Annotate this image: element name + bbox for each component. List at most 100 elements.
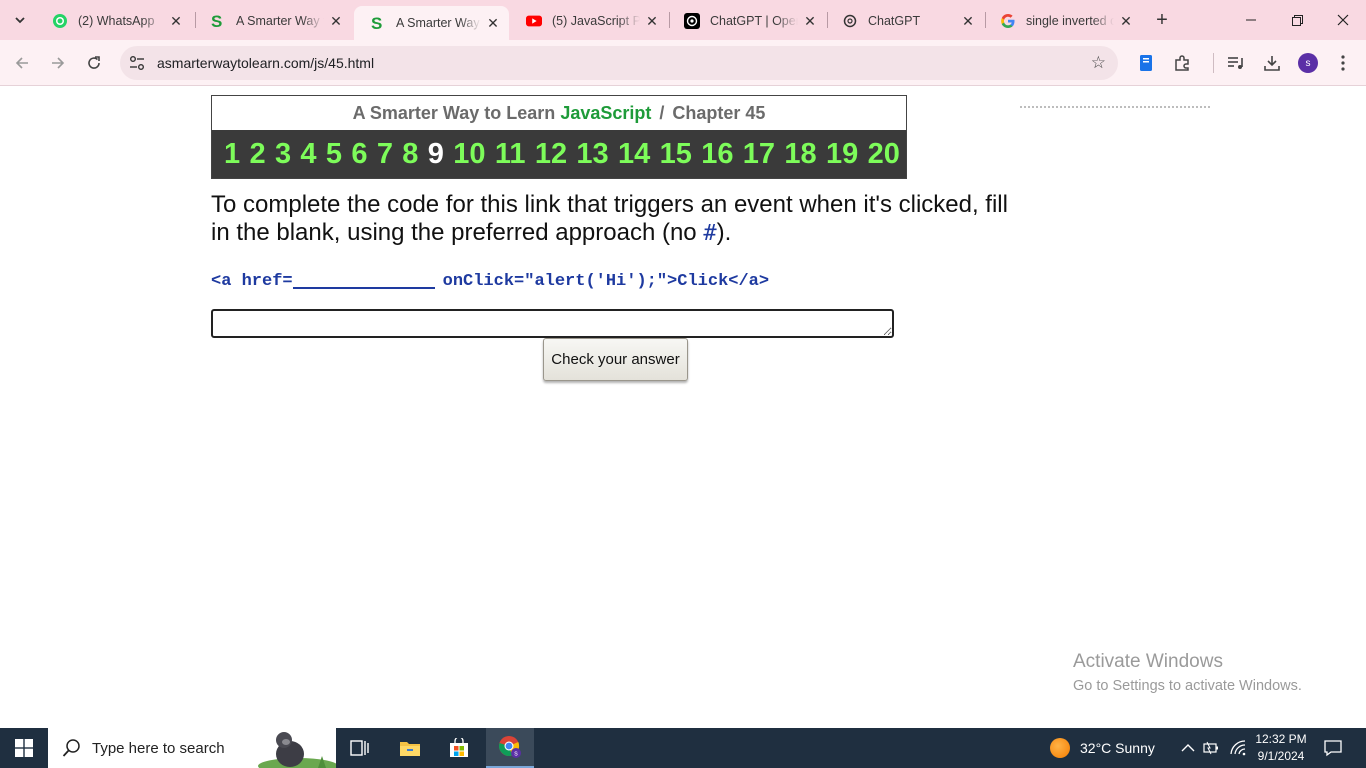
exercise-link-12[interactable]: 12 bbox=[535, 138, 567, 171]
task-view-button[interactable] bbox=[336, 728, 384, 768]
code-snippet: <a href= onClick="alert('Hi');">Click</a> bbox=[211, 271, 769, 291]
downloads-icon[interactable] bbox=[1261, 52, 1283, 74]
exercise-link-15[interactable]: 15 bbox=[660, 138, 692, 171]
menu-kebab-icon[interactable] bbox=[1332, 52, 1354, 74]
close-icon[interactable]: ✕ bbox=[802, 13, 818, 29]
weather-widget[interactable]: 32°C Sunny bbox=[1050, 728, 1155, 768]
tab-chatgpt[interactable]: ChatGPT ✕ bbox=[826, 6, 984, 36]
close-icon[interactable]: ✕ bbox=[485, 15, 501, 31]
back-button[interactable] bbox=[8, 49, 36, 77]
weather-text: 32°C Sunny bbox=[1080, 740, 1155, 756]
plus-icon: + bbox=[1156, 8, 1168, 31]
tab-whatsapp[interactable]: (2) WhatsApp ✕ bbox=[36, 6, 192, 36]
sun-weather-icon bbox=[1050, 738, 1070, 758]
close-window-button[interactable] bbox=[1320, 0, 1366, 40]
toolbar-divider bbox=[1213, 53, 1214, 73]
close-icon bbox=[1337, 14, 1349, 26]
exercise-link-16[interactable]: 16 bbox=[701, 138, 733, 171]
taskbar-clock[interactable]: 12:32 PM 9/1/2024 bbox=[1240, 731, 1322, 765]
exercise-link-1[interactable]: 1 bbox=[224, 138, 240, 171]
tab-title: ChatGPT bbox=[868, 14, 921, 28]
reading-mode-icon[interactable] bbox=[1135, 52, 1157, 74]
tab-search-button[interactable] bbox=[8, 8, 32, 32]
exercise-link-4[interactable]: 4 bbox=[300, 138, 316, 171]
media-controls-icon[interactable] bbox=[1225, 52, 1247, 74]
windows-logo-icon bbox=[15, 739, 33, 757]
chrome-taskbar-button[interactable]: s bbox=[486, 728, 534, 768]
exercise-link-19[interactable]: 19 bbox=[826, 138, 858, 171]
close-icon[interactable]: ✕ bbox=[328, 13, 344, 29]
chrome-icon: s bbox=[499, 736, 521, 758]
battery-icon[interactable] bbox=[1203, 728, 1221, 768]
forward-button[interactable] bbox=[44, 49, 72, 77]
question-text: To complete the code for this link that … bbox=[211, 191, 1031, 248]
smarter-way-icon: S bbox=[370, 15, 386, 31]
close-icon[interactable]: ✕ bbox=[168, 13, 184, 29]
exercise-link-17[interactable]: 17 bbox=[743, 138, 775, 171]
close-icon[interactable]: ✕ bbox=[644, 13, 660, 29]
exercise-link-18[interactable]: 18 bbox=[784, 138, 816, 171]
url-text[interactable]: asmarterwaytolearn.com/js/45.html bbox=[157, 55, 374, 71]
watermark-subtitle: Go to Settings to activate Windows. bbox=[1073, 678, 1302, 694]
exercise-link-2[interactable]: 2 bbox=[249, 138, 265, 171]
exercise-link-9[interactable]: 9 bbox=[428, 138, 444, 171]
exercise-link-14[interactable]: 14 bbox=[618, 138, 650, 171]
notifications-button[interactable] bbox=[1324, 728, 1342, 768]
windows-taskbar: Type here to search s 32°C Sunny 12:32 P… bbox=[0, 728, 1366, 768]
brand-javascript: JavaScript bbox=[560, 102, 652, 123]
svg-text:S: S bbox=[371, 15, 382, 31]
chevron-up-icon bbox=[1181, 744, 1195, 752]
exercise-link-20[interactable]: 20 bbox=[868, 138, 900, 171]
restore-button[interactable] bbox=[1274, 0, 1320, 40]
show-hidden-icons-button[interactable] bbox=[1181, 728, 1195, 768]
tab-title: ChatGPT | OpenAI bbox=[710, 14, 798, 28]
exercise-link-13[interactable]: 13 bbox=[576, 138, 608, 171]
title-separator: / bbox=[659, 102, 665, 123]
clock-date: 9/1/2024 bbox=[1257, 749, 1305, 763]
tab-smarter-way-active[interactable]: S A Smarter Way to Learn ✕ bbox=[354, 6, 509, 40]
exercise-link-7[interactable]: 7 bbox=[377, 138, 393, 171]
minimize-button[interactable] bbox=[1228, 0, 1274, 40]
exercise-link-5[interactable]: 5 bbox=[326, 138, 342, 171]
watermark-title: Activate Windows bbox=[1073, 651, 1223, 672]
tab-chatgpt-openai[interactable]: ChatGPT | OpenAI ✕ bbox=[668, 6, 826, 36]
question-body: To complete the code for this link that … bbox=[211, 191, 1008, 246]
tab-title: A Smarter Way to Learn bbox=[396, 16, 481, 30]
whatsapp-icon bbox=[52, 13, 68, 29]
close-icon[interactable]: ✕ bbox=[1118, 13, 1134, 29]
smarter-way-icon: S bbox=[210, 13, 226, 29]
exercise-link-10[interactable]: 10 bbox=[453, 138, 485, 171]
extensions-icon[interactable] bbox=[1171, 52, 1193, 74]
profile-avatar[interactable]: s bbox=[1298, 53, 1318, 73]
tab-google-search[interactable]: single inverted comma ✕ bbox=[984, 6, 1142, 36]
check-answer-button[interactable]: Check your answer bbox=[543, 338, 688, 381]
youtube-icon bbox=[526, 13, 542, 29]
search-icon bbox=[62, 739, 80, 757]
tab-title: single inverted comma bbox=[1026, 14, 1114, 28]
exercise-link-8[interactable]: 8 bbox=[402, 138, 418, 171]
address-bar[interactable]: asmarterwaytolearn.com/js/45.html ☆ bbox=[120, 46, 1118, 80]
question-end: ). bbox=[716, 219, 732, 246]
taskbar-search[interactable]: Type here to search bbox=[48, 728, 336, 768]
minimize-icon bbox=[1246, 19, 1256, 21]
store-icon bbox=[450, 738, 468, 757]
tab-youtube[interactable]: (5) JavaScript Practice ✕ bbox=[510, 6, 668, 36]
tab-smarter-way-1[interactable]: S A Smarter Way to Learn ✕ bbox=[194, 6, 352, 36]
bookmark-star-icon[interactable]: ☆ bbox=[1091, 53, 1106, 73]
new-tab-button[interactable]: + bbox=[1150, 8, 1174, 32]
task-view-icon bbox=[350, 740, 369, 756]
exercise-number-bar: 1 2 3 4 5 6 7 8 9 10 11 12 13 14 15 16 17 18 19 20 bbox=[212, 130, 906, 178]
tab-title: (2) WhatsApp bbox=[78, 14, 155, 28]
close-icon[interactable]: ✕ bbox=[960, 13, 976, 29]
microsoft-store-button[interactable] bbox=[435, 728, 483, 768]
file-explorer-button[interactable] bbox=[386, 728, 434, 768]
site-settings-icon[interactable] bbox=[128, 54, 146, 72]
start-button[interactable] bbox=[0, 728, 48, 768]
reload-button[interactable] bbox=[80, 49, 108, 77]
exercise-link-3[interactable]: 3 bbox=[275, 138, 291, 171]
book-title: A Smarter Way to Learn bbox=[352, 102, 556, 123]
chapter-label: Chapter 45 bbox=[672, 102, 766, 123]
answer-input[interactable] bbox=[211, 309, 894, 338]
exercise-link-11[interactable]: 11 bbox=[495, 138, 526, 171]
exercise-link-6[interactable]: 6 bbox=[351, 138, 367, 171]
